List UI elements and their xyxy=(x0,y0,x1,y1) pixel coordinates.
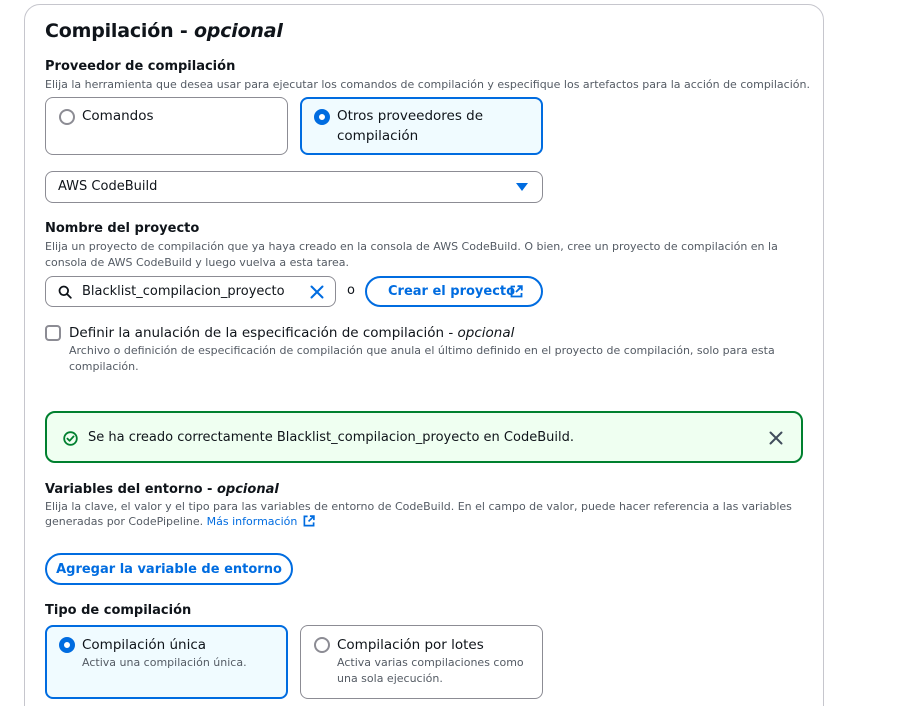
project-search-input[interactable]: Blacklist_compilacion_proyecto xyxy=(45,276,336,307)
provider-option-other-label-2: compilación xyxy=(337,128,419,144)
learn-more-link[interactable]: Más información xyxy=(207,515,298,528)
build-type-label: Tipo de compilación xyxy=(45,603,192,618)
project-label: Nombre del proyecto xyxy=(45,221,200,236)
radio-single-build[interactable] xyxy=(59,637,75,653)
external-link-icon[interactable] xyxy=(303,515,315,527)
buildspec-override-checkbox[interactable] xyxy=(45,325,61,341)
radio-commands[interactable] xyxy=(59,109,75,125)
project-description-1: Elija un proyecto de compilación que ya … xyxy=(45,240,778,253)
alert-message: Se ha creado correctamente Blacklist_com… xyxy=(88,430,574,445)
clear-icon[interactable] xyxy=(310,285,324,299)
success-check-icon xyxy=(63,431,78,446)
buildspec-override-description-2: compilación. xyxy=(69,360,139,373)
search-icon xyxy=(58,285,72,299)
build-type-single-sub: Activa una compilación única. xyxy=(82,656,247,669)
buildspec-override-description-1: Archivo o definición de especificación d… xyxy=(69,344,775,357)
project-description-2: consola de AWS CodeBuild y luego vuelva … xyxy=(45,256,349,269)
provider-select[interactable]: AWS CodeBuild xyxy=(45,171,543,203)
provider-option-commands-label: Comandos xyxy=(82,108,154,124)
provider-description: Elija la herramienta que desea usar para… xyxy=(45,78,810,91)
env-vars-label: Variables del entorno - opcional xyxy=(45,482,279,497)
create-project-label: Crear el proyecto xyxy=(388,284,516,299)
provider-select-value: AWS CodeBuild xyxy=(58,179,158,194)
env-vars-description-2: generadas por CodePipeline. Más informac… xyxy=(45,514,315,530)
add-env-var-button[interactable]: Agregar la variable de entorno xyxy=(45,553,293,585)
provider-option-other[interactable]: Otros proveedores de compilación xyxy=(300,97,543,155)
external-link-icon xyxy=(510,285,523,298)
buildspec-override-label: Definir la anulación de la especificació… xyxy=(69,325,515,341)
caret-down-icon xyxy=(516,183,528,191)
radio-batch-build[interactable] xyxy=(314,637,330,653)
build-type-batch-label: Compilación por lotes xyxy=(337,637,484,653)
success-alert: Se ha creado correctamente Blacklist_com… xyxy=(45,411,803,463)
section-title: Compilación - opcional xyxy=(45,20,283,42)
radio-other-providers[interactable] xyxy=(314,109,330,125)
build-type-single[interactable]: Compilación única Activa una compilación… xyxy=(45,625,288,699)
add-env-var-label: Agregar la variable de entorno xyxy=(56,562,282,577)
provider-option-other-label-1: Otros proveedores de xyxy=(337,108,484,124)
section-title-text: Compilación xyxy=(45,20,174,42)
build-type-batch-sub-1: Activa varias compilaciones como xyxy=(337,656,524,669)
create-project-button[interactable]: Crear el proyecto xyxy=(365,276,543,307)
provider-option-commands[interactable]: Comandos xyxy=(45,97,288,155)
section-title-optional: opcional xyxy=(193,20,283,42)
close-icon[interactable] xyxy=(769,431,783,445)
build-type-batch[interactable]: Compilación por lotes Activa varias comp… xyxy=(300,625,543,699)
project-search-value: Blacklist_compilacion_proyecto xyxy=(82,284,285,299)
build-type-single-label: Compilación única xyxy=(82,637,207,653)
provider-label: Proveedor de compilación xyxy=(45,59,236,74)
or-text: o xyxy=(347,283,355,298)
build-type-batch-sub-2: una sola ejecución. xyxy=(337,672,443,685)
env-vars-description-1: Elija la clave, el valor y el tipo para … xyxy=(45,500,792,513)
